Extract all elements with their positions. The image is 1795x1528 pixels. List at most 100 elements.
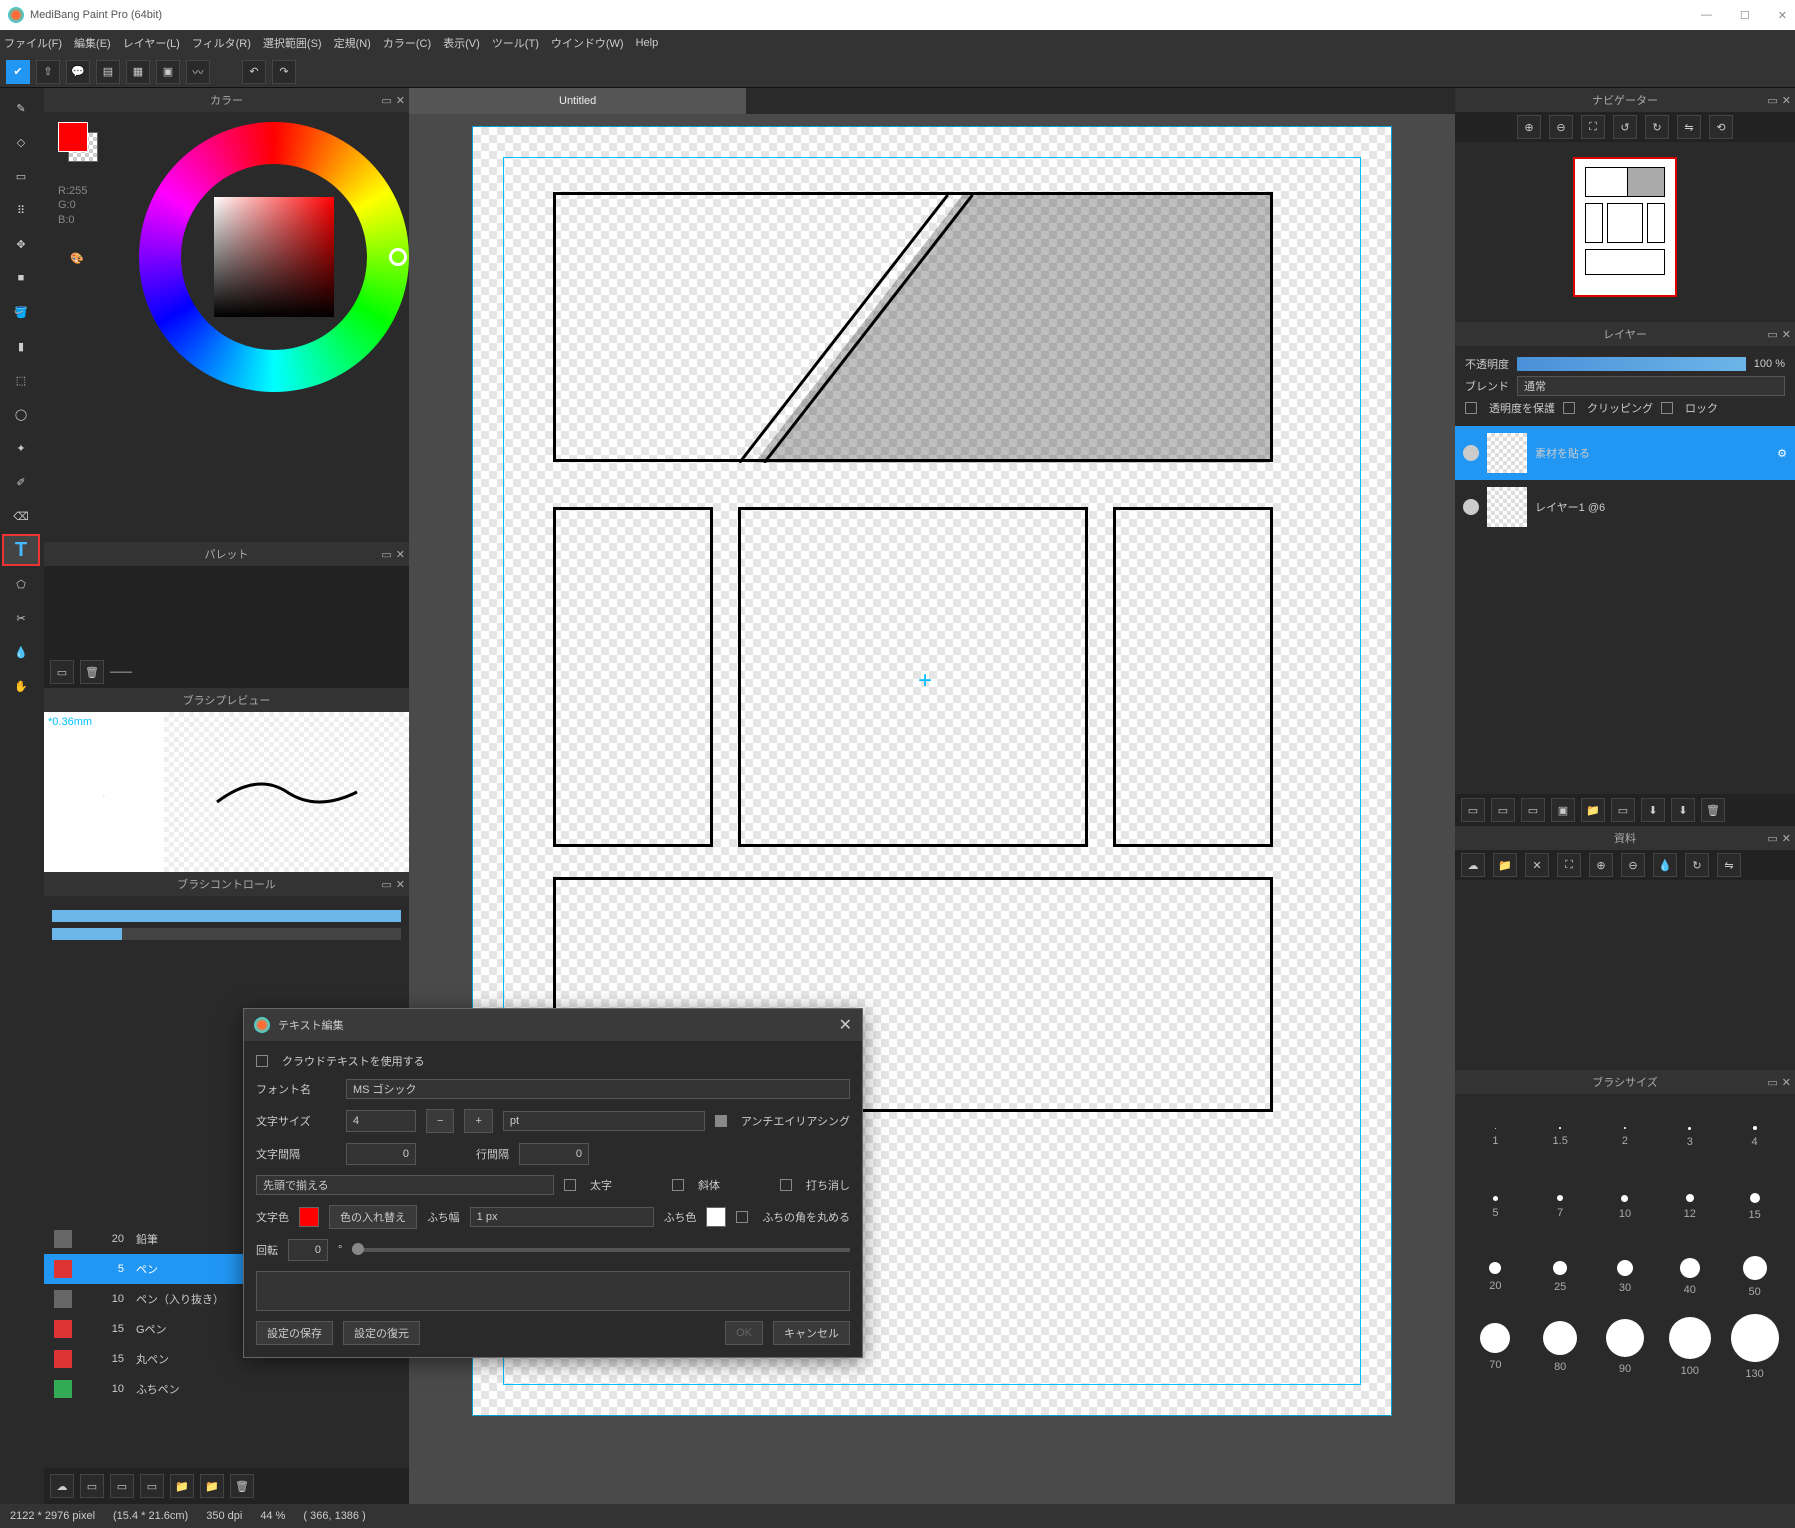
strike-checkbox[interactable]	[780, 1179, 792, 1191]
palette-icon[interactable]: 🎨	[58, 242, 96, 274]
fit-icon[interactable]: ⛶	[1581, 115, 1605, 139]
brushsize-cell[interactable]: 7	[1528, 1172, 1593, 1242]
palette-area[interactable]	[44, 566, 409, 656]
shape-tool-icon[interactable]: ▭	[2, 160, 40, 192]
mat-zoomin-icon[interactable]: ⊕	[1589, 853, 1613, 877]
zoom-out-icon[interactable]: ⊖	[1549, 115, 1573, 139]
brushsize-cell[interactable]: 20	[1463, 1242, 1528, 1312]
menu-color[interactable]: カラー(C)	[383, 35, 431, 51]
dup-layer-icon[interactable]: ▭	[1611, 798, 1635, 822]
brushsize-cell[interactable]: 2	[1593, 1102, 1658, 1172]
color-swatch[interactable]	[58, 122, 98, 162]
folder2-icon[interactable]: 📁	[200, 1474, 224, 1498]
text-input-area[interactable]	[256, 1271, 850, 1311]
protect-alpha-checkbox[interactable]	[1465, 402, 1477, 414]
brushsize-cell[interactable]: 4	[1722, 1102, 1787, 1172]
brushsize-cell[interactable]: 1.5	[1528, 1102, 1593, 1172]
menu-file[interactable]: ファイル(F)	[4, 35, 62, 51]
italic-checkbox[interactable]	[672, 1179, 684, 1191]
brushsize-cell[interactable]: 130	[1722, 1312, 1787, 1382]
mat-fit-icon[interactable]: ⛶	[1557, 853, 1581, 877]
brushsize-cell[interactable]: 25	[1528, 1242, 1593, 1312]
add-brush-icon[interactable]: ▭	[80, 1474, 104, 1498]
brushsize-cell[interactable]: 10	[1593, 1172, 1658, 1242]
flip-icon[interactable]: ⇋	[1677, 115, 1701, 139]
cloud-sync-icon[interactable]: ✔	[6, 60, 30, 84]
menu-help[interactable]: Help	[636, 37, 659, 49]
edge-width-dropdown[interactable]: 1 px	[470, 1207, 654, 1227]
gradient-tool-icon[interactable]: ▮	[2, 330, 40, 362]
menu-ruler[interactable]: 定規(N)	[334, 35, 371, 51]
eraser-tool-icon[interactable]: ◇	[2, 126, 40, 158]
font-dropdown[interactable]: MS ゴシック	[346, 1079, 850, 1099]
minimize-icon[interactable]: —	[1701, 9, 1712, 22]
material-area[interactable]	[1455, 880, 1795, 1060]
merge2-icon[interactable]: ⬇	[1671, 798, 1695, 822]
palette-add-icon[interactable]: ▭	[50, 660, 74, 684]
brushsize-cell[interactable]: 80	[1528, 1312, 1593, 1382]
text-color-chip[interactable]	[299, 1207, 319, 1227]
menu-filter[interactable]: フィルタ(R)	[192, 35, 251, 51]
eyedropper-icon[interactable]: 💧	[2, 636, 40, 668]
unit-dropdown[interactable]: pt	[503, 1111, 705, 1131]
menu-select[interactable]: 選択範囲(S)	[263, 35, 322, 51]
upload-icon[interactable]: ⇧	[36, 60, 60, 84]
brush-control[interactable]	[44, 896, 409, 956]
operation-icon[interactable]: ⬠	[2, 568, 40, 600]
delete-layer-icon[interactable]: 🗑	[1701, 798, 1725, 822]
doc-icon[interactable]: ▦	[126, 60, 150, 84]
layer-item[interactable]: レイヤー1 @6	[1455, 480, 1795, 534]
move-tool-icon[interactable]: ✥	[2, 228, 40, 260]
group-icon[interactable]: ▣	[1551, 798, 1575, 822]
rotate-slider[interactable]	[352, 1248, 850, 1252]
brush-item[interactable]: 10ふちペン	[44, 1374, 409, 1404]
size-minus-button[interactable]: −	[426, 1109, 454, 1133]
spacing-input[interactable]	[346, 1143, 416, 1165]
brushsize-cell[interactable]: 12	[1657, 1172, 1722, 1242]
rotate-left-icon[interactable]: ↺	[1613, 115, 1637, 139]
brushsize-cell[interactable]: 40	[1657, 1242, 1722, 1312]
folder-icon[interactable]: 📁	[170, 1474, 194, 1498]
select-erase-icon[interactable]: ⌫	[2, 500, 40, 532]
rotate-input[interactable]	[288, 1239, 328, 1261]
undo-icon[interactable]: ↶	[242, 60, 266, 84]
mat-rotate-icon[interactable]: ↻	[1685, 853, 1709, 877]
visibility-icon[interactable]	[1463, 499, 1479, 515]
hand-tool-icon[interactable]: ✋	[2, 670, 40, 702]
menu-edit[interactable]: 編集(E)	[74, 35, 111, 51]
brushsize-cell[interactable]: 5	[1463, 1172, 1528, 1242]
merge-icon[interactable]: ⬇	[1641, 798, 1665, 822]
dialog-titlebar[interactable]: テキスト編集 ✕	[244, 1009, 862, 1041]
brushsize-cell[interactable]: 100	[1657, 1312, 1722, 1382]
menu-view[interactable]: 表示(V)	[443, 35, 480, 51]
brush-tool-icon[interactable]: ✎	[2, 92, 40, 124]
new-layer3-icon[interactable]: ▭	[1521, 798, 1545, 822]
bucket-tool-icon[interactable]: 🪣	[2, 296, 40, 328]
add2-icon[interactable]: ▭	[110, 1474, 134, 1498]
cloud-brush-icon[interactable]: ☁	[50, 1474, 74, 1498]
new-layer2-icon[interactable]: ▭	[1491, 798, 1515, 822]
lasso-icon[interactable]: ◯	[2, 398, 40, 430]
fill-rect-icon[interactable]: ■	[2, 262, 40, 294]
brushsize-cell[interactable]: 15	[1722, 1172, 1787, 1242]
panel-undock-icon[interactable]: ▭	[381, 94, 391, 107]
swap-colors-button[interactable]: 色の入れ替え	[329, 1205, 417, 1229]
mat-picker-icon[interactable]: 💧	[1653, 853, 1677, 877]
folder-layer-icon[interactable]: 📁	[1581, 798, 1605, 822]
select-pen-icon[interactable]: ✐	[2, 466, 40, 498]
bold-checkbox[interactable]	[564, 1179, 576, 1191]
ok-button[interactable]: OK	[725, 1321, 763, 1345]
new-layer-icon[interactable]: ▭	[1461, 798, 1485, 822]
brushsize-cell[interactable]: 50	[1722, 1242, 1787, 1312]
wave-icon[interactable]: 〰	[186, 60, 210, 84]
brushsize-cell[interactable]: 3	[1657, 1102, 1722, 1172]
line-spacing-input[interactable]	[519, 1143, 589, 1165]
save-settings-button[interactable]: 設定の保存	[256, 1321, 333, 1345]
palette-delete-icon[interactable]: 🗑	[80, 660, 104, 684]
mat-close-icon[interactable]: ✕	[1525, 853, 1549, 877]
zoom-in-icon[interactable]: ⊕	[1517, 115, 1541, 139]
divide-icon[interactable]: ✂	[2, 602, 40, 634]
navigator-thumb[interactable]	[1455, 142, 1795, 312]
mat-cloud-icon[interactable]: ☁	[1461, 853, 1485, 877]
brushsize-cell[interactable]: 30	[1593, 1242, 1658, 1312]
